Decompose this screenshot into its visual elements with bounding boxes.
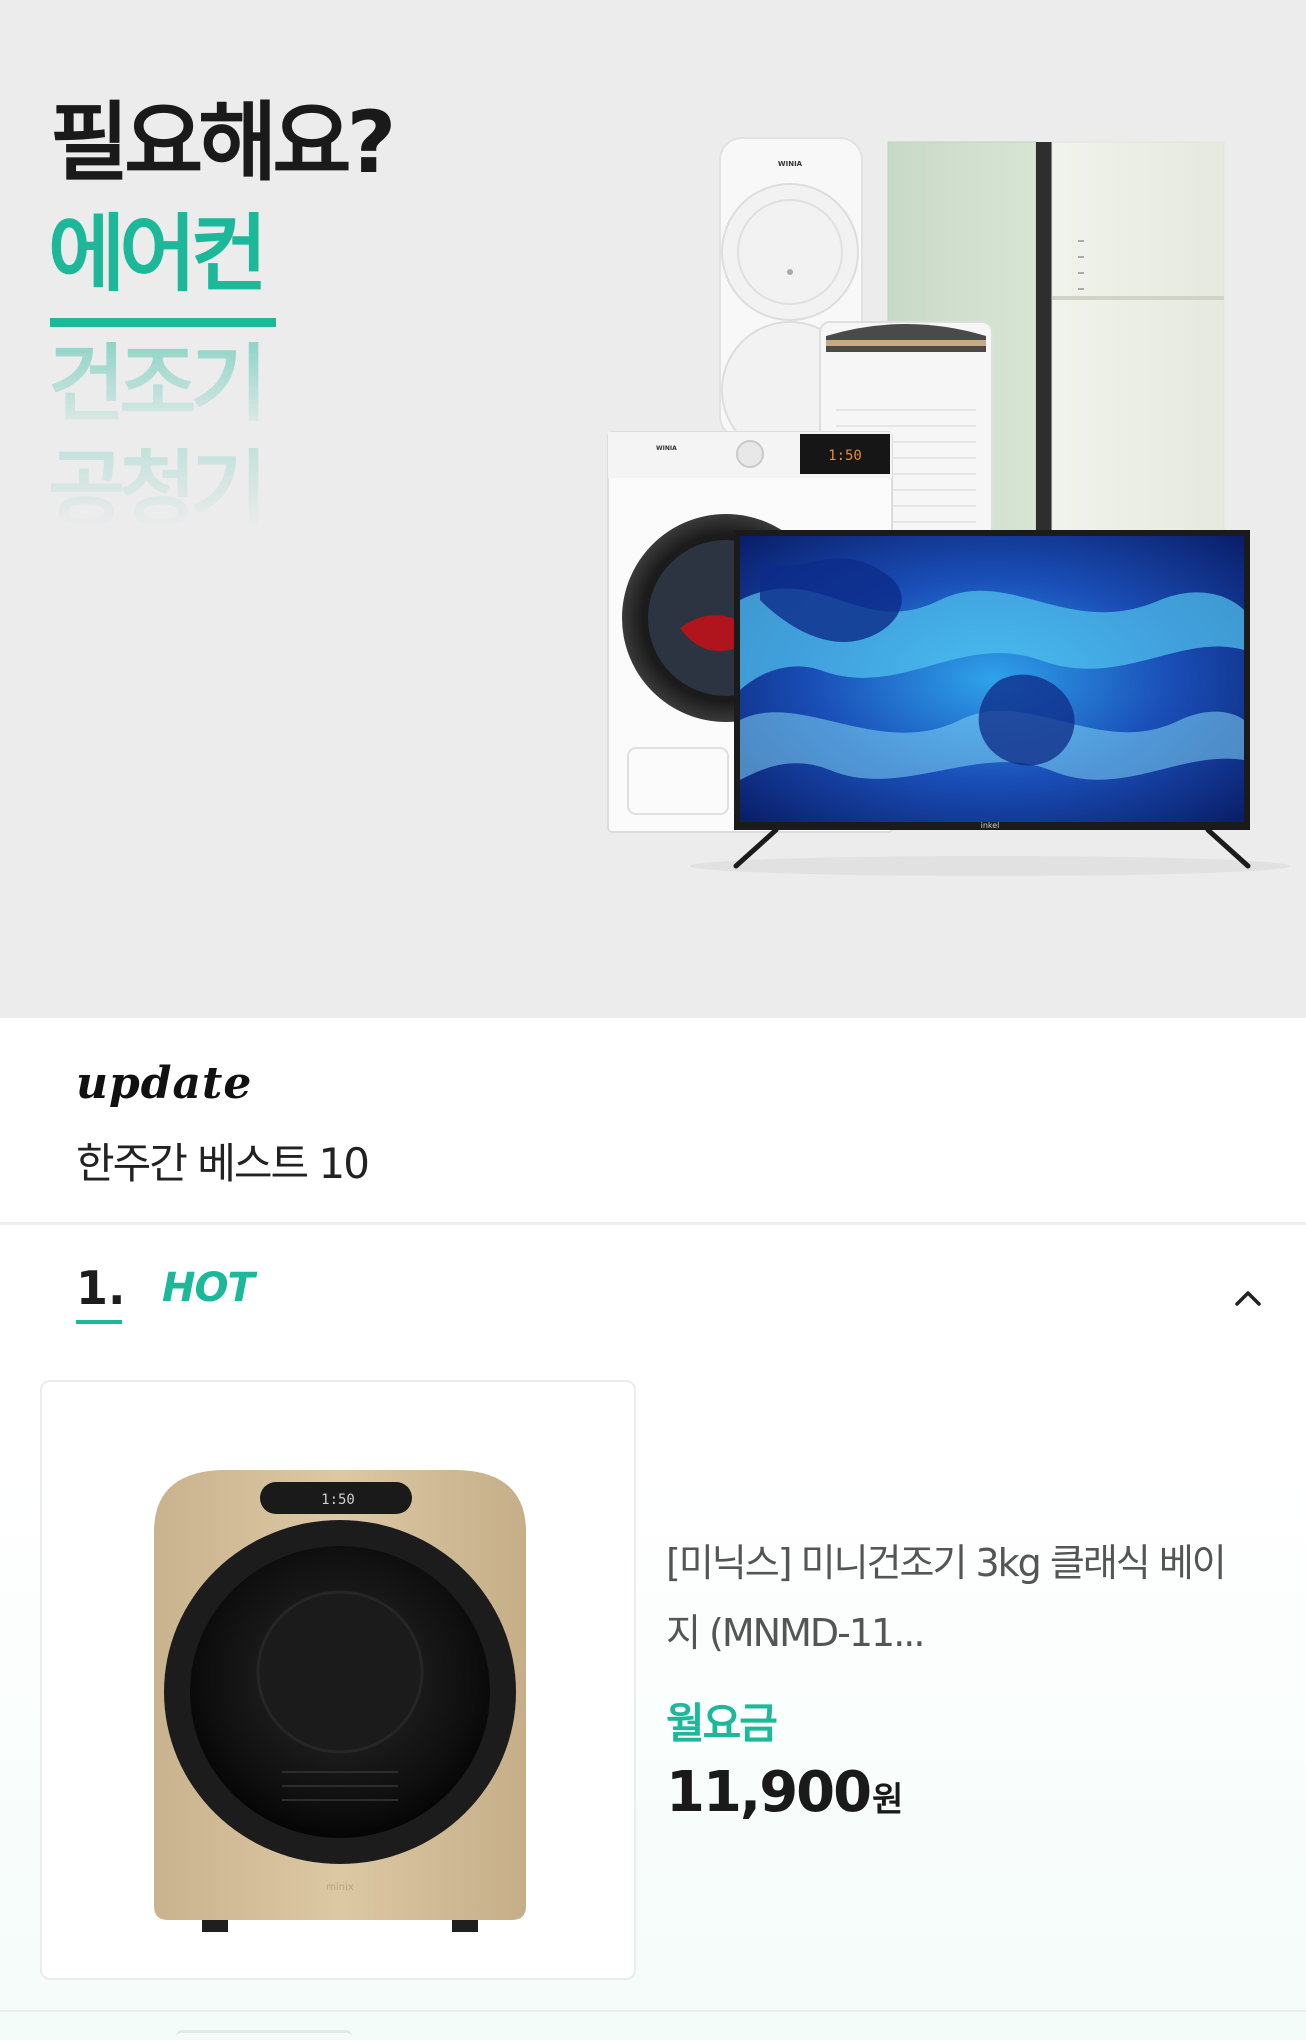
dryer-brand: minix [326,1882,354,1893]
appliance-illustration: WINIA WINIA 1:50 inkel [607,137,1290,876]
svg-text:WINIA: WINIA [656,445,677,452]
product-image-card[interactable]: 1:50 minix [40,1380,636,1980]
price-value: 11,900원 [666,1760,903,1825]
product-name-link[interactable]: [미닉스] 미니건조기 3kg 클래식 베이지 (MNMD-11... [666,1528,1256,1668]
update-label: update [76,1058,253,1109]
price-amount: 11,900 [666,1760,872,1825]
mini-dryer-image: 1:50 minix [154,1470,526,1932]
dryer-display: 1:50 [321,1492,355,1508]
svg-text:WINIA: WINIA [778,160,803,168]
next-item-hint [176,2030,352,2040]
best-section-header [0,1018,1306,1223]
rank-number-underline [76,1320,122,1324]
best-section-title: 한주간 베스트 10 [76,1139,370,1188]
collapse-toggle-button[interactable] [1226,1280,1270,1316]
hero-banner[interactable]: 필요해요? 에어컨 건조기 공청기 WINIA WINIA 1:50 inkel [0,0,1306,1018]
chevron-up-icon [1235,1291,1261,1306]
svg-text:1:50: 1:50 [828,448,862,464]
rank-number: 1. [76,1261,126,1315]
monthly-fee-label: 월요금 [666,1699,778,1748]
hot-badge: HOT [162,1265,255,1311]
page: 필요해요? 에어컨 건조기 공청기 WINIA WINIA 1:50 inkel… [0,0,1306,2040]
svg-text:inkel: inkel [981,821,1000,830]
price-unit: 원 [872,1780,903,1820]
item-bottom-divider [0,2010,1306,2012]
tv: inkel [690,530,1290,876]
